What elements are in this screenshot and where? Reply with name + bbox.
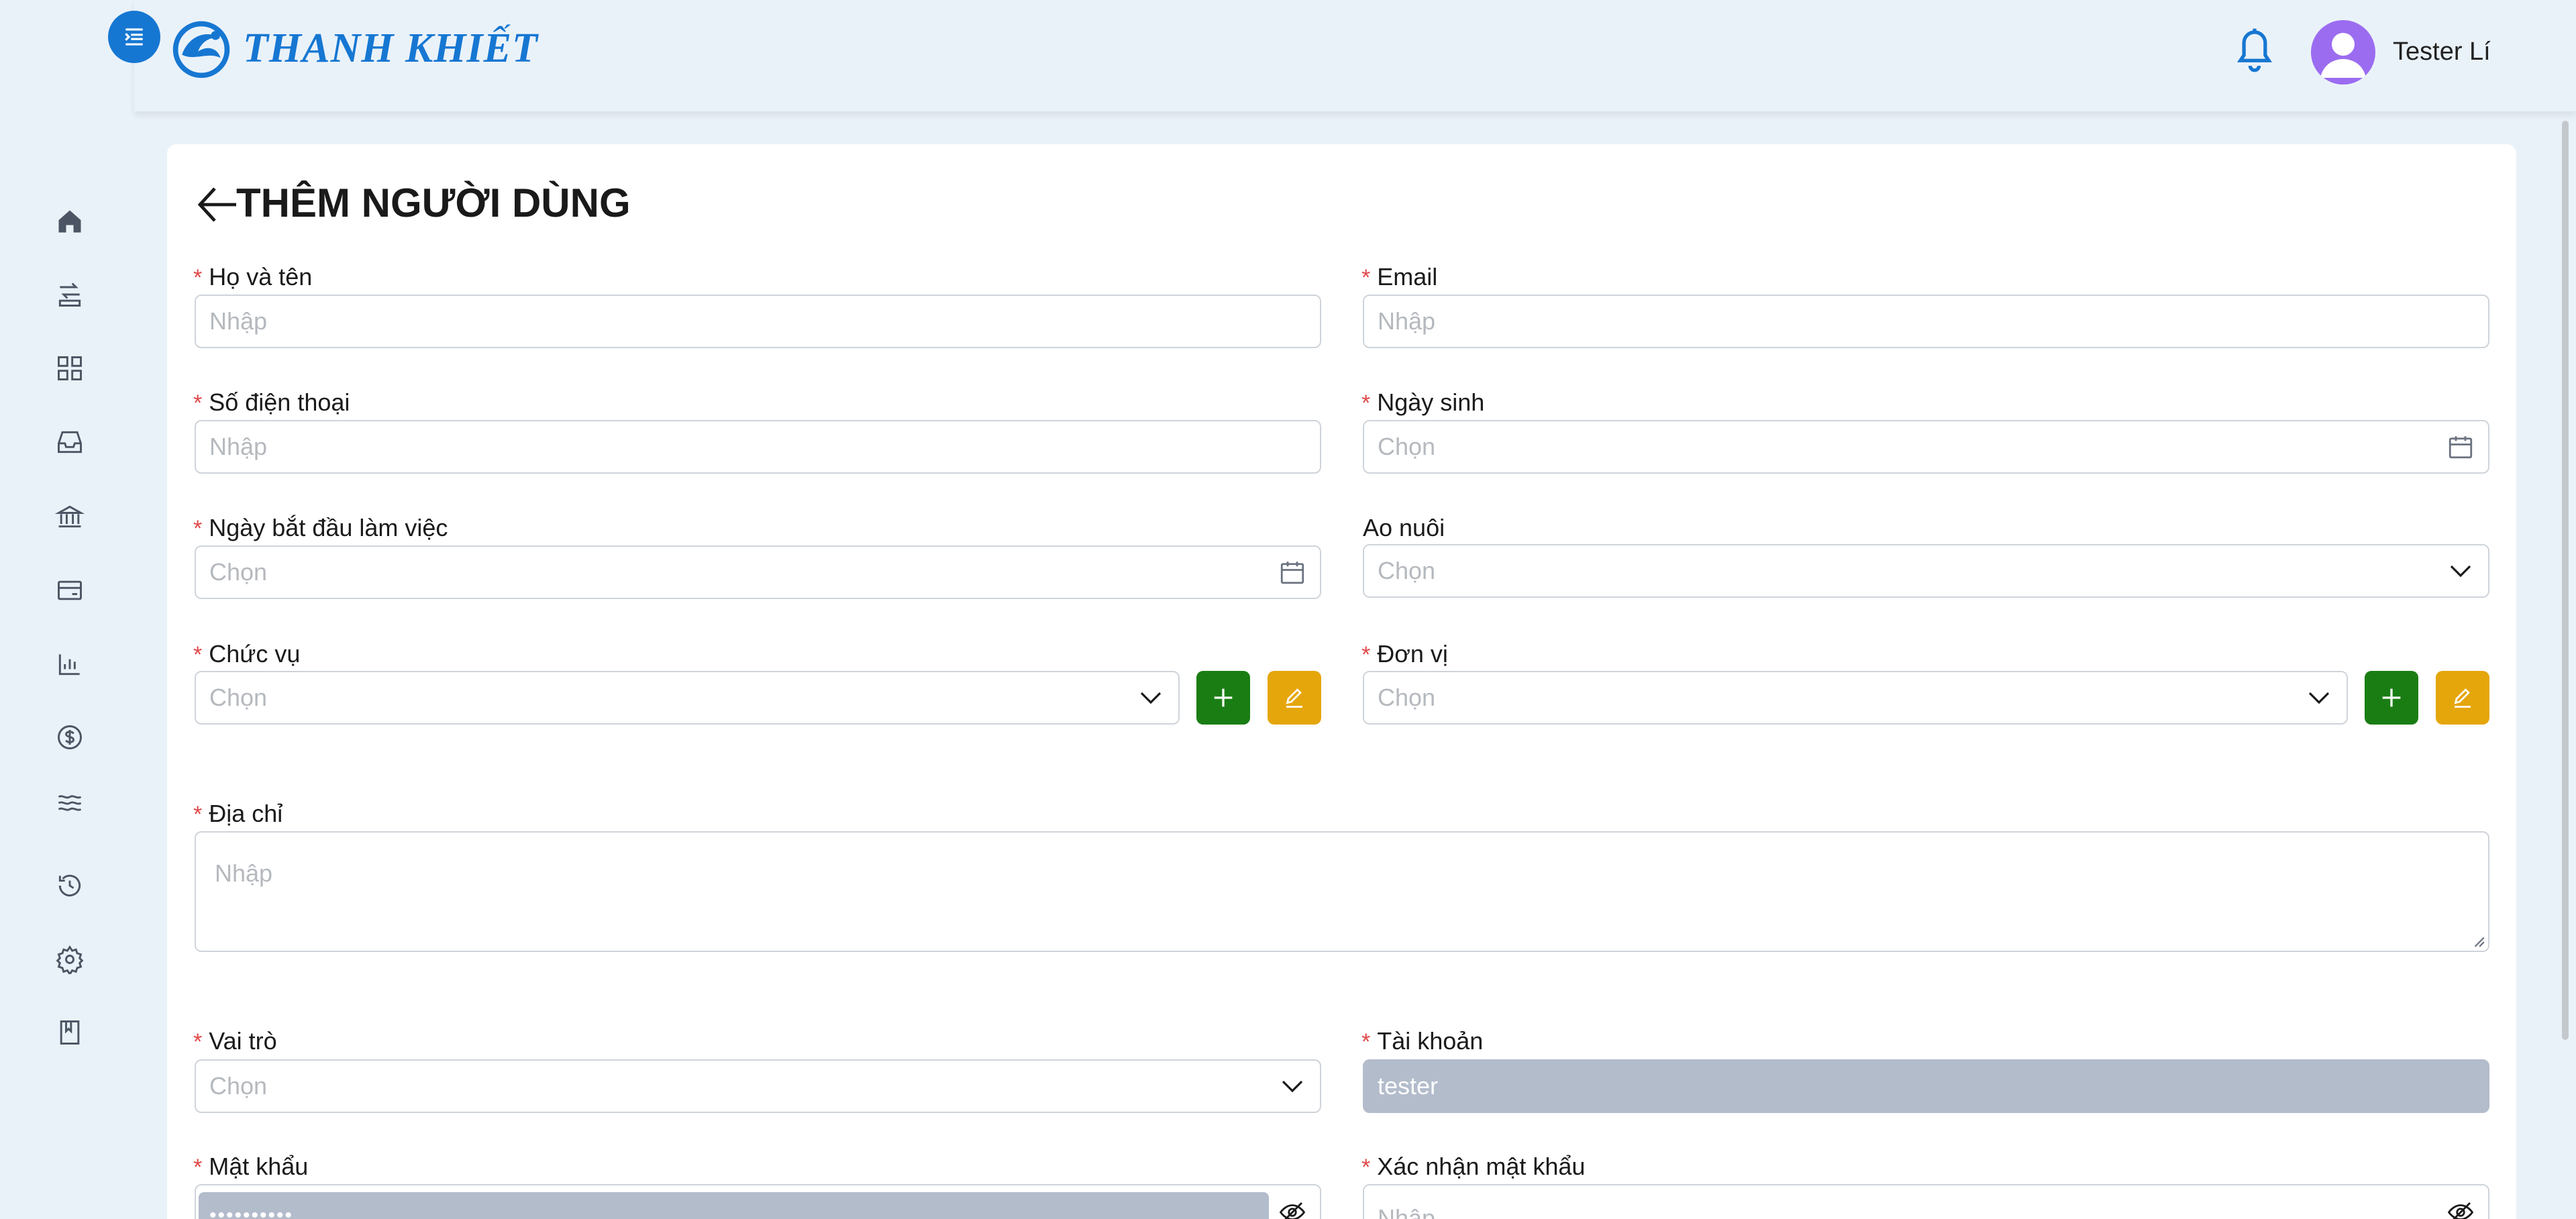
email-input[interactable]: Nhập — [1363, 295, 2489, 348]
waves-icon[interactable] — [51, 784, 89, 822]
account-input: tester — [1363, 1059, 2489, 1113]
page-title: THÊM NGƯỜI DÙNG — [236, 180, 631, 225]
card-icon[interactable] — [51, 572, 89, 609]
gear-icon[interactable] — [51, 941, 89, 978]
pond-placeholder: Chọn — [1378, 557, 1436, 584]
edit-unit-button[interactable] — [2436, 671, 2489, 725]
user-avatar[interactable] — [2311, 20, 2375, 85]
birthday-placeholder: Chọn — [1378, 433, 1436, 460]
confirm-password-label-text: Xác nhận mật khẩu — [1377, 1153, 1586, 1180]
chevron-down-icon — [1140, 692, 1162, 704]
pond-label-text: Ao nuôi — [1363, 514, 1445, 541]
page-scrollbar[interactable] — [2562, 121, 2569, 1040]
account-label-text: Tài khoản — [1377, 1027, 1484, 1055]
dollar-icon[interactable] — [51, 719, 89, 756]
password-value: •••••••••• — [199, 1192, 1269, 1219]
user-icon — [2320, 33, 2366, 78]
address-textarea[interactable]: Nhập — [195, 831, 2489, 952]
bar-chart-icon[interactable] — [51, 645, 89, 683]
start-date-label-text: Ngày bắt đầu làm việc — [209, 514, 448, 541]
phone-label-text: Số điện thoại — [209, 388, 350, 416]
unit-label: * Đơn vị — [1361, 640, 1448, 668]
address-placeholder: Nhập — [215, 859, 273, 887]
pond-label: Ao nuôi — [1363, 514, 1445, 542]
phone-placeholder: Nhập — [209, 433, 268, 460]
email-label-text: Email — [1377, 263, 1438, 290]
unit-placeholder: Chọn — [1378, 684, 1436, 711]
back-arrow-icon[interactable] — [196, 185, 239, 224]
full-name-label: * Họ và tên — [193, 263, 313, 290]
position-select[interactable]: Chọn — [195, 671, 1180, 725]
unit-label-text: Đơn vị — [1377, 640, 1448, 668]
account-label: * Tài khoản — [1361, 1027, 1484, 1055]
role-placeholder: Chọn — [209, 1072, 268, 1100]
edit-pencil-icon — [2454, 688, 2471, 708]
brand-logo-icon — [172, 21, 230, 78]
phone-input[interactable]: Nhập — [195, 420, 1321, 474]
edit-position-button[interactable] — [1268, 671, 1321, 725]
start-date-picker[interactable]: Chọn — [195, 545, 1321, 599]
password-label: * Mật khẩu — [193, 1153, 309, 1180]
menu-icon — [125, 28, 143, 46]
address-label-text: Địa chỉ — [209, 800, 283, 827]
resize-grip-icon[interactable] — [2471, 933, 2485, 948]
phone-label: * Số điện thoại — [193, 388, 350, 416]
position-label-text: Chức vụ — [209, 640, 301, 668]
inbox-icon[interactable] — [51, 423, 89, 461]
edit-pencil-icon — [1286, 688, 1302, 708]
plus-icon — [1214, 688, 1233, 707]
birthday-label: * Ngày sinh — [1361, 388, 1485, 416]
transfer-icon[interactable] — [51, 276, 89, 313]
role-select[interactable]: Chọn — [195, 1059, 1321, 1113]
start-date-label: * Ngày bắt đầu làm việc — [193, 514, 448, 541]
calendar-icon[interactable] — [1278, 558, 1306, 586]
history-icon[interactable] — [51, 867, 89, 904]
home-icon[interactable] — [51, 203, 89, 240]
start-date-placeholder: Chọn — [209, 558, 268, 586]
birthday-label-text: Ngày sinh — [1377, 388, 1485, 416]
brand-logo[interactable]: THANH KHIẾT — [169, 15, 538, 82]
bank-icon[interactable] — [51, 498, 89, 535]
eye-off-icon[interactable] — [2446, 1198, 2475, 1219]
chevron-down-icon — [2308, 692, 2330, 704]
account-value: tester — [1378, 1072, 1439, 1100]
brand-name: THANH KHIẾT — [243, 25, 538, 71]
birthday-date-picker[interactable]: Chọn — [1363, 420, 2489, 474]
full-name-placeholder: Nhập — [209, 307, 268, 335]
book-icon[interactable] — [51, 1014, 89, 1051]
position-label: * Chức vụ — [193, 640, 301, 668]
menu-toggle-button[interactable] — [108, 11, 160, 63]
email-label: * Email — [1361, 263, 1438, 290]
unit-select[interactable]: Chọn — [1363, 671, 2348, 725]
calendar-icon[interactable] — [2446, 433, 2475, 461]
add-position-button[interactable] — [1196, 671, 1250, 725]
role-label: * Vai trò — [193, 1027, 277, 1055]
confirm-password-input[interactable]: Nhập — [1363, 1184, 2489, 1219]
grid-icon[interactable] — [51, 350, 89, 387]
full-name-label-text: Họ và tên — [209, 263, 313, 290]
chevron-down-icon — [1282, 1080, 1303, 1093]
role-label-text: Vai trò — [209, 1027, 277, 1055]
password-input[interactable]: •••••••••• — [195, 1184, 1321, 1219]
notification-bell-icon[interactable] — [2233, 27, 2276, 76]
password-label-text: Mật khẩu — [209, 1153, 309, 1180]
add-unit-button[interactable] — [2365, 671, 2418, 725]
pond-select[interactable]: Chọn — [1363, 544, 2489, 598]
confirm-password-placeholder: Nhập — [1378, 1204, 1436, 1219]
eye-off-icon[interactable] — [1278, 1198, 1306, 1219]
confirm-password-label: * Xác nhận mật khẩu — [1361, 1153, 1586, 1180]
plus-icon — [2382, 688, 2401, 707]
position-placeholder: Chọn — [209, 684, 268, 711]
address-label: * Địa chỉ — [193, 800, 283, 827]
sidebar — [0, 0, 134, 1219]
full-name-input[interactable]: Nhập — [195, 295, 1321, 348]
chevron-down-icon — [2450, 565, 2471, 578]
user-name[interactable]: Tester Lí — [2393, 38, 2491, 66]
email-placeholder: Nhập — [1378, 307, 1436, 335]
